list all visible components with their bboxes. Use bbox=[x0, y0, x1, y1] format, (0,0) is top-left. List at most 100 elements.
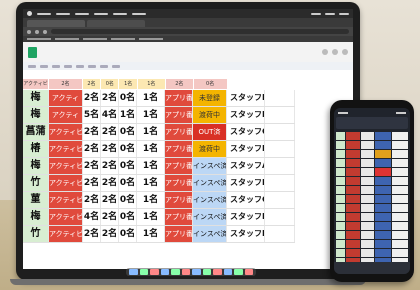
dock-app-icon[interactable] bbox=[171, 269, 180, 275]
cell-m3[interactable]: 0名 bbox=[119, 141, 137, 157]
dock-app-icon[interactable] bbox=[244, 269, 253, 275]
dock-app-icon[interactable] bbox=[160, 269, 169, 275]
cell-status[interactable]: インスペ済 bbox=[193, 192, 227, 208]
cell-staff[interactable]: スタッフC bbox=[227, 192, 265, 208]
avatar[interactable] bbox=[342, 49, 348, 55]
cell-name[interactable]: 梅 bbox=[23, 107, 49, 123]
cell-empty[interactable] bbox=[265, 226, 295, 242]
dock-app-icon[interactable] bbox=[202, 269, 211, 275]
cell-name[interactable]: 梅 bbox=[23, 90, 49, 106]
cell-name[interactable]: 椿 bbox=[23, 141, 49, 157]
bookmark-item[interactable] bbox=[83, 38, 107, 40]
dock-app-icon[interactable] bbox=[181, 269, 190, 275]
menubar-item[interactable] bbox=[56, 12, 70, 15]
cell-empty[interactable] bbox=[265, 209, 295, 225]
cell-status[interactable]: インスペ済 bbox=[193, 209, 227, 225]
clock-icon[interactable] bbox=[339, 12, 349, 15]
cell-status[interactable]: インスペ済 bbox=[193, 175, 227, 191]
cell-m4[interactable]: 1名 bbox=[137, 124, 165, 140]
cell-activity[interactable]: アクティビ bbox=[49, 209, 83, 225]
comment-icon[interactable] bbox=[332, 49, 338, 55]
cell-empty[interactable] bbox=[265, 90, 295, 106]
cell-note[interactable]: アプリ番号 bbox=[165, 192, 193, 208]
cell-note[interactable]: アプリ番号 bbox=[165, 226, 193, 242]
cell-empty[interactable] bbox=[265, 192, 295, 208]
phone-row[interactable] bbox=[336, 141, 408, 149]
cell-m3[interactable]: 0名 bbox=[119, 209, 137, 225]
bookmark-item[interactable] bbox=[111, 38, 135, 40]
reload-icon[interactable] bbox=[43, 29, 47, 34]
menubar-item[interactable] bbox=[113, 12, 127, 15]
bookmark-item[interactable] bbox=[139, 38, 163, 40]
cell-m1[interactable]: 2名 bbox=[83, 175, 101, 191]
cell-name[interactable]: 菖蒲 bbox=[23, 124, 49, 140]
phone-row[interactable] bbox=[336, 186, 408, 194]
phone-row[interactable] bbox=[336, 204, 408, 212]
cell-m1[interactable]: 2名 bbox=[83, 226, 101, 242]
cell-staff[interactable]: スタッフE bbox=[227, 226, 265, 242]
cell-name[interactable]: 竹 bbox=[23, 175, 49, 191]
phone-row[interactable] bbox=[336, 249, 408, 257]
cell-staff[interactable]: スタッフC bbox=[227, 124, 265, 140]
dock-app-icon[interactable] bbox=[192, 269, 201, 275]
cell-note[interactable]: アプリ番号 bbox=[165, 107, 193, 123]
cell-status[interactable]: 未登録 bbox=[193, 90, 227, 106]
cell-m1[interactable]: 2名 bbox=[83, 90, 101, 106]
phone-row[interactable] bbox=[336, 213, 408, 221]
cell-m1[interactable]: 2名 bbox=[83, 158, 101, 174]
cell-staff[interactable]: スタッフB bbox=[227, 107, 265, 123]
menubar-item[interactable] bbox=[132, 12, 146, 15]
cell-m1[interactable]: 2名 bbox=[83, 124, 101, 140]
column-header[interactable] bbox=[265, 79, 295, 89]
dock-app-icon[interactable] bbox=[213, 269, 222, 275]
menubar-item[interactable] bbox=[75, 12, 89, 15]
bookmark-item[interactable] bbox=[27, 38, 51, 40]
cell-status[interactable]: 渡荷中 bbox=[193, 141, 227, 157]
cell-note[interactable]: アプリ番号 bbox=[165, 141, 193, 157]
cell-empty[interactable] bbox=[265, 107, 295, 123]
url-input[interactable] bbox=[51, 29, 349, 34]
cell-m2[interactable]: 2名 bbox=[101, 175, 119, 191]
toolbar-button[interactable] bbox=[112, 64, 120, 68]
phone-row[interactable] bbox=[336, 195, 408, 203]
cell-m2[interactable]: 2名 bbox=[101, 209, 119, 225]
cell-m1[interactable]: 2名 bbox=[83, 141, 101, 157]
cell-status[interactable]: インスペ済 bbox=[193, 226, 227, 242]
cell-m2[interactable]: 2名 bbox=[101, 226, 119, 242]
toolbar-button[interactable] bbox=[88, 64, 96, 68]
cell-m1[interactable]: 2名 bbox=[83, 192, 101, 208]
cell-m4[interactable]: 1名 bbox=[137, 107, 165, 123]
cell-activity[interactable]: アクティ bbox=[49, 90, 83, 106]
cell-name[interactable]: 梅 bbox=[23, 158, 49, 174]
toolbar-button[interactable] bbox=[100, 64, 108, 68]
cell-m3[interactable]: 0名 bbox=[119, 158, 137, 174]
cell-empty[interactable] bbox=[265, 141, 295, 157]
phone-row[interactable] bbox=[336, 240, 408, 248]
cell-m2[interactable]: 2名 bbox=[101, 124, 119, 140]
status-icon[interactable] bbox=[325, 12, 335, 15]
history-icon[interactable] bbox=[322, 49, 328, 55]
cell-note[interactable]: アプリ番号 bbox=[165, 124, 193, 140]
cell-m4[interactable]: 1名 bbox=[137, 192, 165, 208]
phone-row[interactable] bbox=[336, 231, 408, 239]
column-header[interactable] bbox=[227, 79, 265, 89]
phone-row[interactable] bbox=[336, 177, 408, 185]
cell-activity[interactable]: アクティビ bbox=[49, 192, 83, 208]
column-header[interactable]: 2名 bbox=[49, 79, 82, 89]
cell-staff[interactable]: スタッフD bbox=[227, 141, 265, 157]
menubar-item[interactable] bbox=[94, 12, 108, 15]
phone-row[interactable] bbox=[336, 222, 408, 230]
browser-tab[interactable] bbox=[87, 20, 145, 27]
cell-status[interactable]: 渡荷中 bbox=[193, 107, 227, 123]
cell-m4[interactable]: 1名 bbox=[137, 158, 165, 174]
cell-m3[interactable]: 0名 bbox=[119, 175, 137, 191]
cell-m4[interactable]: 1名 bbox=[137, 209, 165, 225]
cell-activity[interactable]: アクティ bbox=[49, 107, 83, 123]
cell-activity[interactable]: アクティビ bbox=[49, 158, 83, 174]
cell-name[interactable]: 竹 bbox=[23, 226, 49, 242]
bookmark-item[interactable] bbox=[55, 38, 79, 40]
dock-app-icon[interactable] bbox=[129, 269, 138, 275]
column-header[interactable]: 0名 bbox=[193, 79, 227, 89]
cell-staff[interactable]: スタッフA bbox=[227, 158, 265, 174]
cell-m4[interactable]: 1名 bbox=[137, 90, 165, 106]
